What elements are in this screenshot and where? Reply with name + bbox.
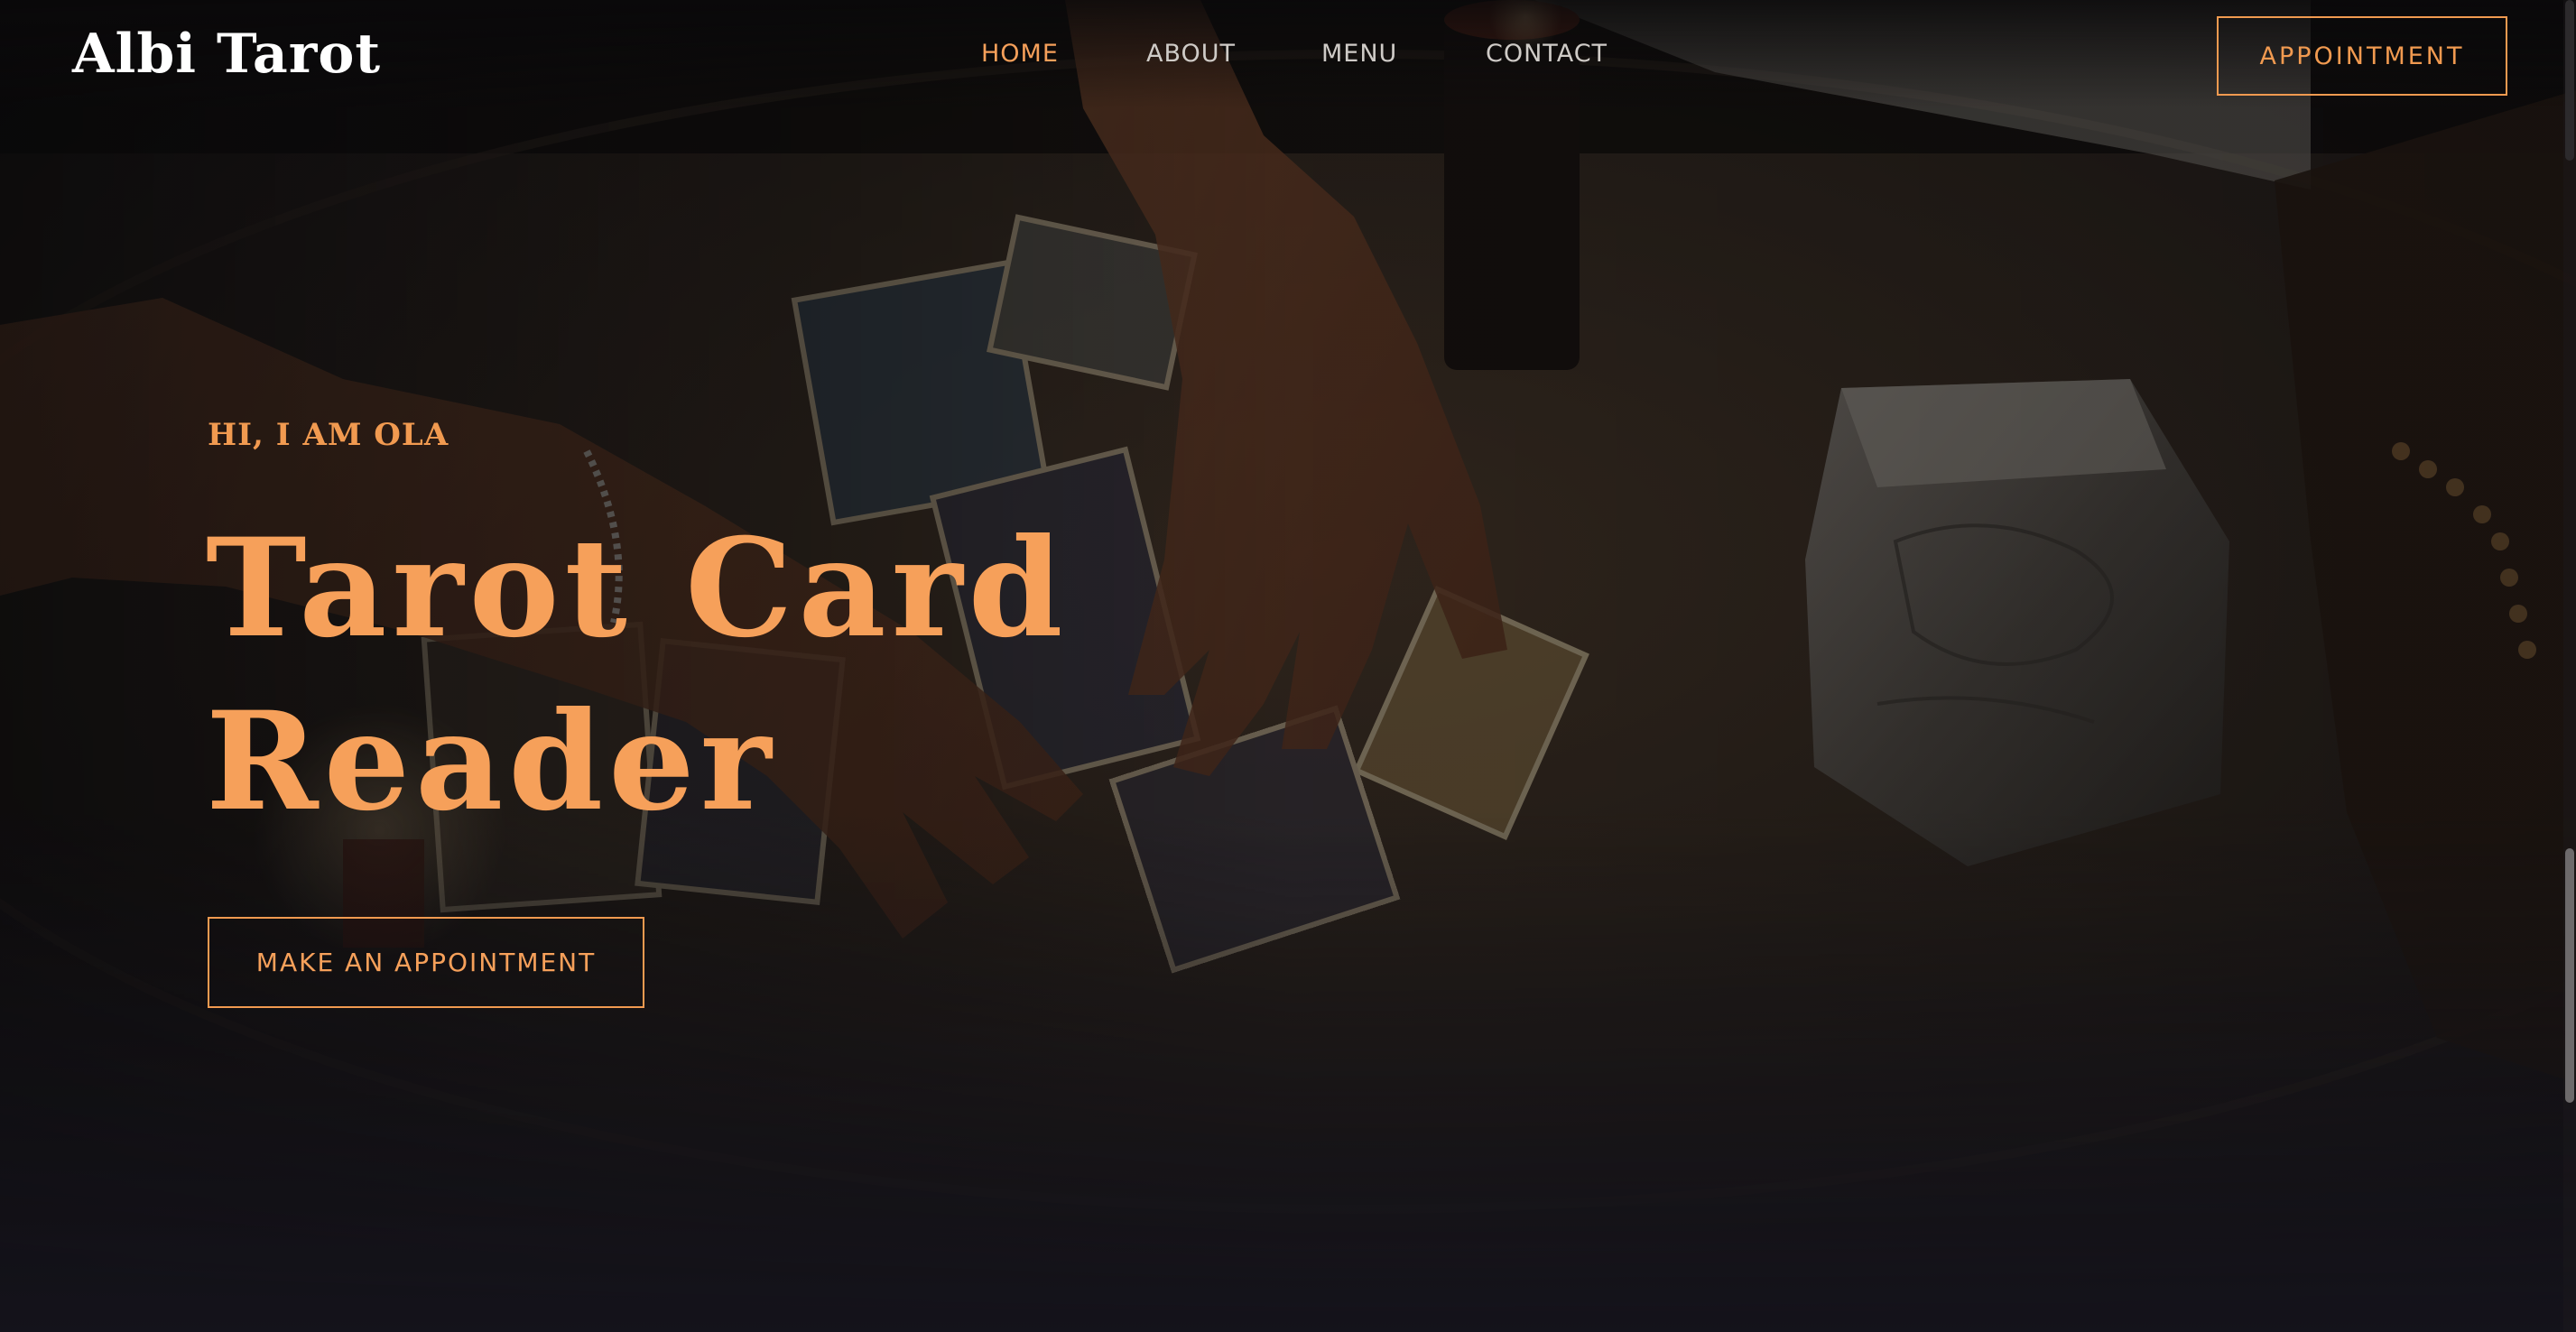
hero-title: Tarot Card Reader (206, 502, 1289, 848)
top-navigation-bar (0, 0, 2576, 108)
site-logo[interactable]: Albi Tarot (72, 18, 381, 90)
hero-title-line-1: Tarot Card (206, 509, 1069, 668)
scrollbar-thumb[interactable] (2565, 848, 2574, 1103)
make-appointment-button[interactable]: MAKE AN APPOINTMENT (208, 917, 644, 1008)
page-scrollbar-track[interactable] (2563, 0, 2576, 1332)
nav-about-link[interactable]: ABOUT (1146, 32, 1236, 76)
hero-title-line-2: Reader (206, 682, 777, 841)
nav-contact-link[interactable]: CONTACT (1486, 32, 1608, 76)
scrollbar-top-segment[interactable] (2565, 0, 2574, 161)
appointment-button[interactable]: APPOINTMENT (2217, 16, 2507, 96)
hero-greeting: HI, I AM OLA (208, 417, 449, 453)
nav-home-link[interactable]: HOME (981, 32, 1059, 76)
nav-menu-link[interactable]: MENU (1321, 32, 1397, 76)
